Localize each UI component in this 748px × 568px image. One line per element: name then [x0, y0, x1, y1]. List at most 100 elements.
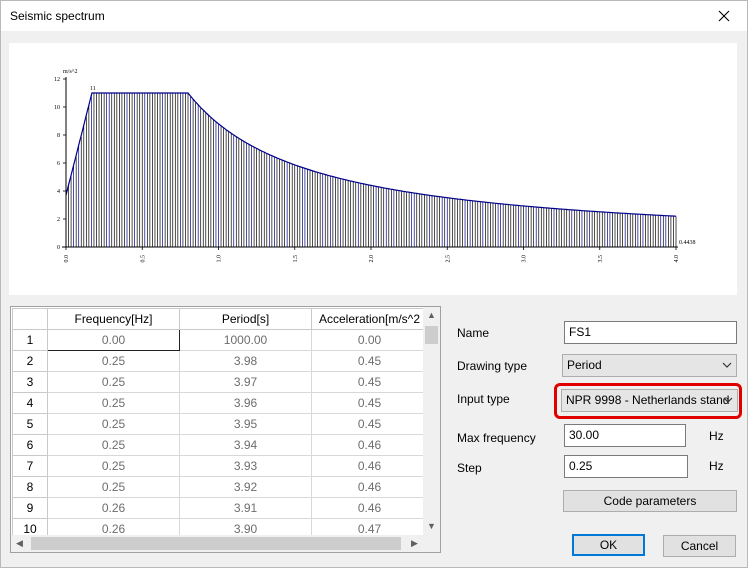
y-tick-label: 12 [54, 77, 60, 83]
y-tick-label: 4 [57, 189, 60, 195]
horizontal-scrollbar[interactable]: ◀ ▶ [11, 535, 423, 552]
scroll-up-icon[interactable]: ▲ [423, 307, 440, 324]
vertical-scroll-thumb[interactable] [425, 326, 438, 344]
period-cell[interactable]: 3.96 [179, 392, 312, 414]
frequency-cell[interactable]: 0.26 [47, 497, 180, 519]
period-cell[interactable]: 3.91 [179, 497, 312, 519]
period-cell[interactable]: 3.98 [179, 350, 312, 372]
drawing-type-value: Period [567, 358, 602, 372]
chevron-down-icon [722, 362, 732, 368]
column-header-acceleration[interactable]: Acceleration[m/s^2 [311, 308, 428, 330]
scroll-down-icon[interactable]: ▼ [423, 518, 440, 535]
table-row[interactable]: 3 0.25 3.97 0.45 [12, 371, 428, 393]
peak-label: 11 [90, 86, 96, 92]
acceleration-cell[interactable]: 0.45 [311, 371, 428, 393]
table-row[interactable]: 8 0.25 3.92 0.46 [12, 476, 428, 498]
acceleration-cell[interactable]: 0.00 [311, 329, 428, 351]
frequency-cell[interactable]: 0.25 [47, 350, 180, 372]
x-tick-label: 3.0 [522, 255, 528, 263]
table-row[interactable]: 6 0.25 3.94 0.46 [12, 434, 428, 456]
y-axis-label: m/s^2 [63, 69, 77, 75]
acceleration-cell[interactable]: 0.46 [311, 434, 428, 456]
acceleration-cell[interactable]: 0.45 [311, 413, 428, 435]
max-frequency-label: Max frequency [457, 431, 536, 445]
table-row[interactable]: 1 0.00 1000.00 0.00 [12, 329, 428, 351]
drawing-type-label: Drawing type [457, 359, 528, 373]
corner-header [12, 308, 48, 330]
max-frequency-unit: Hz [709, 429, 724, 443]
close-icon [718, 10, 730, 22]
acceleration-cell[interactable]: 0.46 [311, 497, 428, 519]
acceleration-cell[interactable]: 0.46 [311, 455, 428, 477]
table-row[interactable]: 7 0.25 3.93 0.46 [12, 455, 428, 477]
spectrum-table: Frequency[Hz] Period[s] Acceleration[m/s… [10, 306, 441, 553]
y-tick-label: 8 [57, 133, 60, 139]
seismic-spectrum-dialog: Seismic spectrum 0 2 4 6 8 10 12 0.0 0.5 1.0 1.5 2… [0, 0, 748, 568]
frequency-cell[interactable]: 0.25 [47, 392, 180, 414]
x-tick-label: 4.0 [674, 255, 680, 263]
table-row[interactable]: 4 0.25 3.96 0.45 [12, 392, 428, 414]
x-tick-label: 2.5 [445, 255, 451, 263]
scroll-corner [423, 535, 440, 552]
period-cell[interactable]: 3.97 [179, 371, 312, 393]
x-tick-label: 1.0 [217, 255, 223, 263]
step-input[interactable]: 0.25 [564, 455, 688, 478]
acceleration-cell[interactable]: 0.45 [311, 350, 428, 372]
table-row[interactable]: 2 0.25 3.98 0.45 [12, 350, 428, 372]
max-frequency-input[interactable]: 30.00 [564, 424, 686, 447]
y-ticks: 0 2 4 6 8 10 12 [54, 77, 66, 251]
y-tick-label: 10 [54, 105, 60, 111]
frequency-cell[interactable]: 0.25 [47, 455, 180, 477]
code-parameters-button[interactable]: Code parameters [563, 490, 737, 512]
table-row[interactable]: 9 0.26 3.91 0.46 [12, 497, 428, 519]
step-unit: Hz [709, 459, 724, 473]
drawing-type-select[interactable]: Period [562, 354, 737, 377]
period-cell[interactable]: 1000.00 [179, 329, 312, 351]
x-tick-label: 1.5 [293, 255, 299, 263]
row-number: 5 [12, 413, 48, 435]
column-header-frequency[interactable]: Frequency[Hz] [47, 308, 180, 330]
frequency-cell[interactable]: 0.00 [47, 329, 180, 351]
step-label: Step [457, 461, 482, 475]
row-number: 9 [12, 497, 48, 519]
name-label: Name [457, 326, 490, 340]
scroll-left-icon[interactable]: ◀ [11, 535, 28, 552]
table-header-row: Frequency[Hz] Period[s] Acceleration[m/s… [12, 308, 428, 330]
table-row[interactable]: 5 0.25 3.95 0.45 [12, 413, 428, 435]
frequency-cell[interactable]: 0.25 [47, 371, 180, 393]
period-cell[interactable]: 3.94 [179, 434, 312, 456]
y-tick-label: 6 [57, 161, 60, 167]
spectrum-chart-svg: 0 2 4 6 8 10 12 0.0 0.5 1.0 1.5 2.0 2.5 3.0 3.5 4.0 m/… [54, 69, 696, 263]
spectrum-chart: 0 2 4 6 8 10 12 0.0 0.5 1.0 1.5 2.0 2.5 3.0 3.5 4.0 m/… [9, 43, 737, 295]
row-number: 2 [12, 350, 48, 372]
window-title: Seismic spectrum [10, 9, 105, 23]
bars-group [65, 93, 677, 247]
cancel-button[interactable]: Cancel [663, 535, 736, 557]
horizontal-scroll-thumb[interactable] [31, 537, 401, 550]
row-number: 3 [12, 371, 48, 393]
x-ticks: 0.0 0.5 1.0 1.5 2.0 2.5 3.0 3.5 4.0 [64, 247, 680, 263]
acceleration-cell[interactable]: 0.45 [311, 392, 428, 414]
row-number: 8 [12, 476, 48, 498]
row-number: 4 [12, 392, 48, 414]
row-number: 1 [12, 329, 48, 351]
frequency-cell[interactable]: 0.25 [47, 434, 180, 456]
period-cell[interactable]: 3.95 [179, 413, 312, 435]
column-header-period[interactable]: Period[s] [179, 308, 312, 330]
period-cell[interactable]: 3.92 [179, 476, 312, 498]
frequency-cell[interactable]: 0.25 [47, 476, 180, 498]
period-cell[interactable]: 3.93 [179, 455, 312, 477]
ok-button[interactable]: OK [572, 534, 645, 556]
name-input[interactable]: FS1 [564, 321, 737, 344]
vertical-scrollbar[interactable]: ▲ ▼ [423, 307, 440, 535]
row-number: 7 [12, 455, 48, 477]
acceleration-cell[interactable]: 0.46 [311, 476, 428, 498]
title-bar: Seismic spectrum [1, 1, 747, 31]
close-button[interactable] [701, 1, 747, 31]
x-tick-label: 3.5 [598, 255, 604, 263]
input-type-label: Input type [457, 392, 510, 406]
frequency-cell[interactable]: 0.25 [47, 413, 180, 435]
scroll-right-icon[interactable]: ▶ [406, 535, 423, 552]
x-tick-label: 2.0 [369, 255, 375, 263]
x-tick-label: 0.5 [140, 255, 146, 263]
